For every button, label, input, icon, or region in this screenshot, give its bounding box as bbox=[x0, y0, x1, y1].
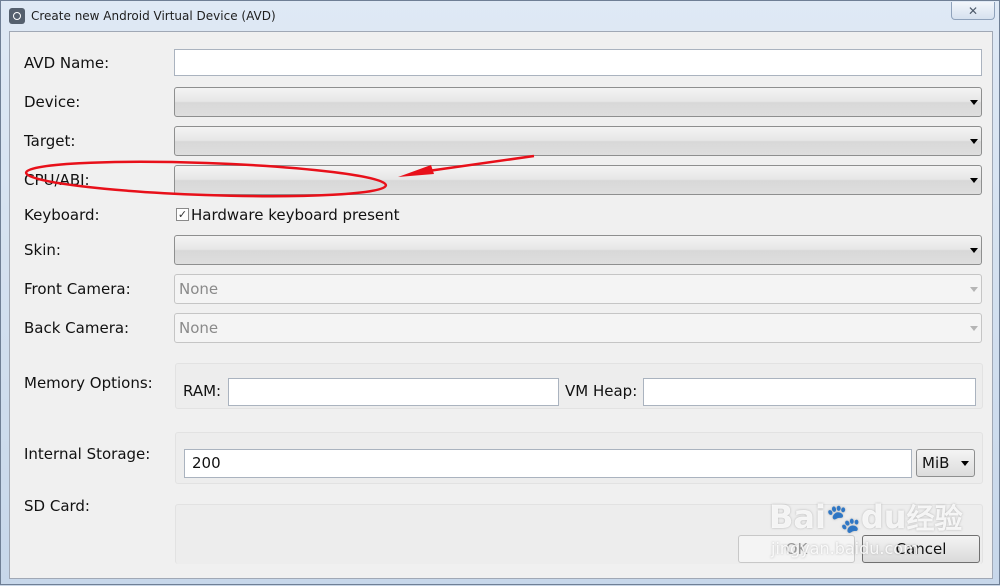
sd-card-label: SD Card: bbox=[24, 497, 90, 515]
avd-name-label: AVD Name: bbox=[24, 54, 110, 72]
back-camera-value: None bbox=[179, 319, 219, 337]
avd-name-input[interactable] bbox=[174, 49, 982, 76]
app-icon bbox=[9, 8, 25, 24]
close-button[interactable]: ✕ bbox=[951, 2, 995, 20]
dialog-content: AVD Name: Device: Target: CPU/ABI: Keybo… bbox=[9, 31, 993, 579]
title-bar[interactable]: Create new Android Virtual Device (AVD) … bbox=[1, 1, 1000, 31]
back-camera-select[interactable]: None bbox=[174, 313, 982, 343]
chevron-down-icon bbox=[970, 248, 978, 253]
chevron-down-icon bbox=[970, 326, 978, 331]
vm-heap-input[interactable] bbox=[643, 378, 976, 406]
vm-heap-label: VM Heap: bbox=[565, 382, 638, 400]
cancel-button[interactable]: Cancel bbox=[862, 535, 980, 563]
storage-unit-select[interactable]: MiB bbox=[916, 449, 975, 477]
ram-label: RAM: bbox=[183, 382, 222, 400]
ok-button[interactable]: OK bbox=[738, 535, 855, 563]
internal-storage-label: Internal Storage: bbox=[24, 445, 151, 463]
memory-options-group: RAM: VM Heap: bbox=[175, 363, 983, 409]
target-select[interactable] bbox=[174, 126, 982, 156]
memory-options-label: Memory Options: bbox=[24, 374, 153, 392]
chevron-down-icon bbox=[970, 178, 978, 183]
chevron-down-icon bbox=[970, 100, 978, 105]
device-label: Device: bbox=[24, 93, 81, 111]
dialog-window: Create new Android Virtual Device (AVD) … bbox=[0, 0, 1000, 585]
internal-storage-group: 200 bbox=[175, 432, 983, 484]
internal-storage-input[interactable]: 200 bbox=[184, 449, 912, 478]
window-title: Create new Android Virtual Device (AVD) bbox=[31, 9, 276, 23]
hardware-keyboard-checkbox[interactable]: ✓ bbox=[176, 208, 189, 221]
chevron-down-icon bbox=[970, 287, 978, 292]
cpu-abi-label: CPU/ABI: bbox=[24, 171, 90, 189]
hardware-keyboard-label[interactable]: Hardware keyboard present bbox=[191, 206, 400, 224]
storage-unit-value: MiB bbox=[922, 454, 950, 472]
keyboard-label: Keyboard: bbox=[24, 206, 100, 224]
skin-label: Skin: bbox=[24, 241, 61, 259]
front-camera-value: None bbox=[179, 280, 219, 298]
skin-select[interactable] bbox=[174, 235, 982, 265]
target-label: Target: bbox=[24, 132, 76, 150]
chevron-down-icon bbox=[970, 139, 978, 144]
back-camera-label: Back Camera: bbox=[24, 319, 130, 337]
cpu-abi-select[interactable] bbox=[174, 165, 982, 195]
ram-input[interactable] bbox=[228, 378, 559, 406]
front-camera-label: Front Camera: bbox=[24, 280, 131, 298]
chevron-down-icon bbox=[961, 461, 969, 466]
device-select[interactable] bbox=[174, 87, 982, 117]
front-camera-select[interactable]: None bbox=[174, 274, 982, 304]
